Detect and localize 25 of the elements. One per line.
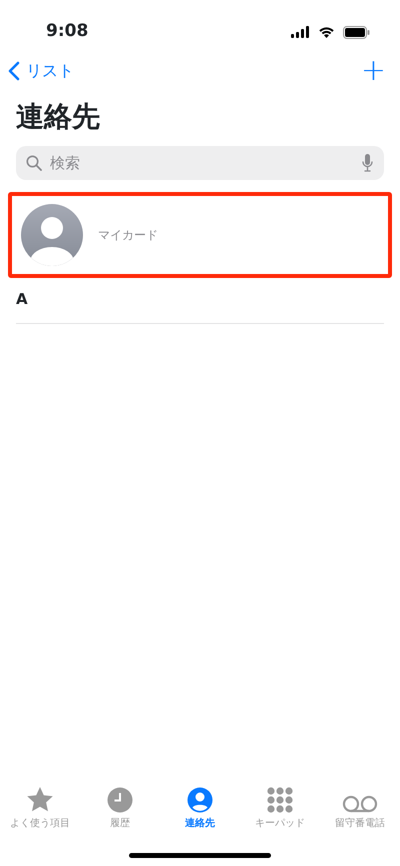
tab-button[interactable]: キーパッド [240, 783, 320, 831]
tab-button[interactable]: よく使う項目 [0, 783, 80, 831]
back-button[interactable]: リスト [8, 59, 74, 83]
search-field[interactable]: 検索 [16, 146, 384, 180]
chevron-left-icon [8, 61, 20, 81]
search-icon [26, 155, 42, 171]
microphone-icon [362, 154, 373, 172]
my-card-row[interactable]: マイカード [8, 192, 392, 278]
person-icon [187, 787, 213, 813]
tab-button[interactable]: 連絡先 [160, 783, 240, 831]
keypad-icon [267, 787, 293, 813]
signal-icon [291, 26, 310, 38]
tab-button[interactable]: 履歴 [80, 783, 160, 831]
section-header: A [16, 278, 384, 324]
add-button[interactable]: + [360, 56, 386, 86]
status-time: 9:08 [46, 20, 88, 44]
star-icon [26, 786, 54, 813]
my-card-label: マイカード [98, 227, 158, 244]
voicemail-icon [342, 795, 378, 813]
battery-icon [343, 26, 370, 38]
tab-button[interactable]: 留守番電話 [320, 783, 400, 831]
clock-icon [107, 787, 133, 813]
page-title: 連絡先 [16, 99, 101, 135]
avatar-icon [21, 204, 83, 266]
wifi-icon [318, 26, 335, 38]
